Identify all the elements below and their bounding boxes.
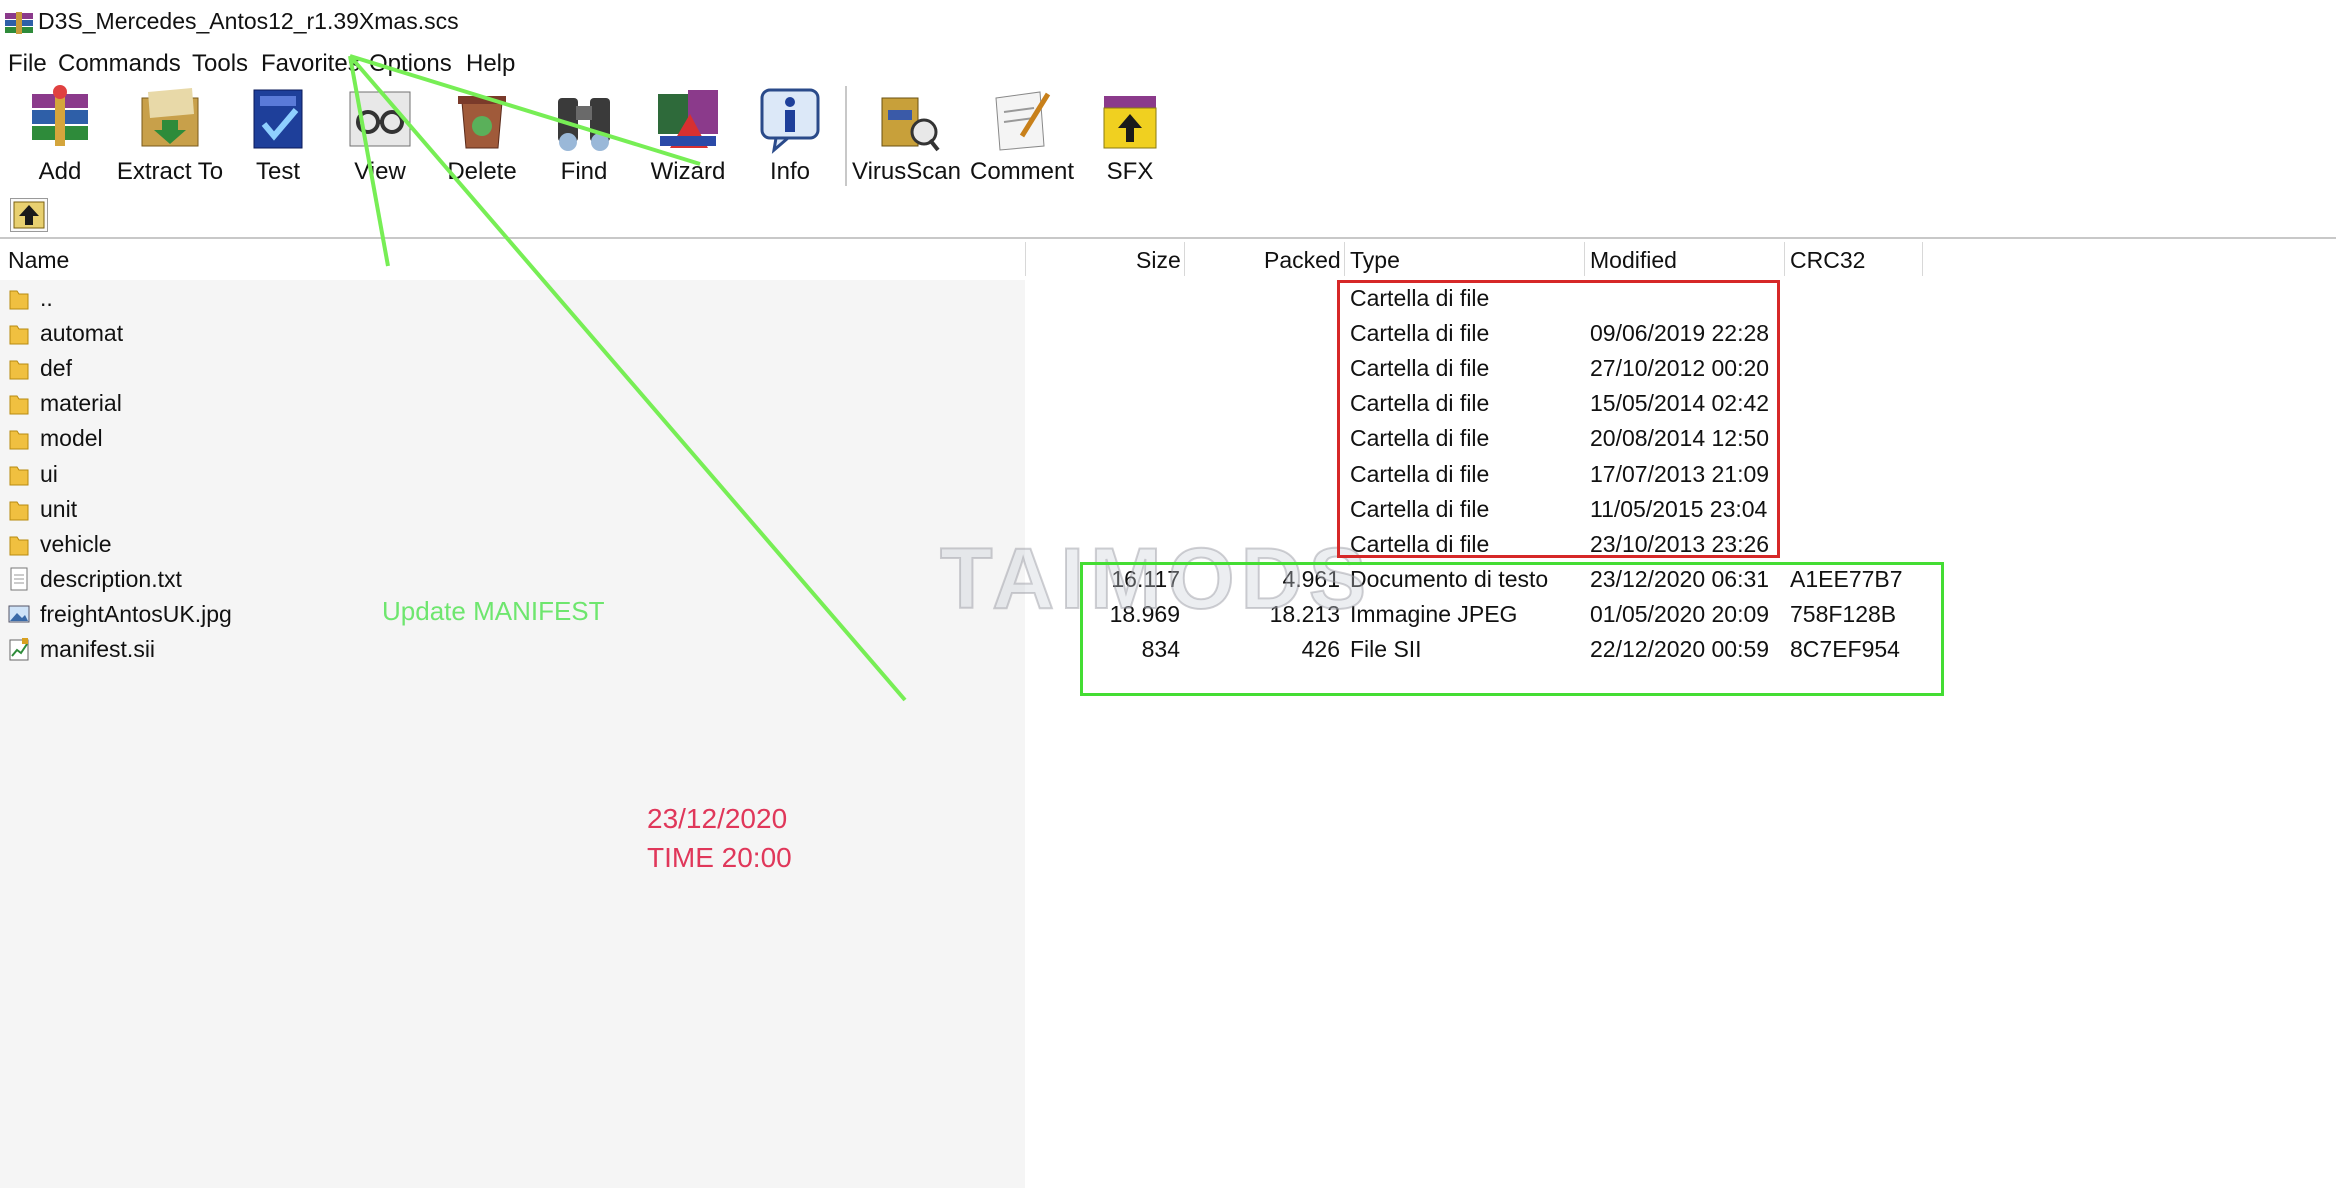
comment-button[interactable]: Comment [964,82,1080,190]
column-header-row: Name Size Packed Type Modified CRC32 [0,242,2336,276]
annotation-red-box [1337,280,1780,558]
virusscan-button[interactable]: VirusScan [852,82,961,190]
view-button-label: View [354,158,406,185]
find-button-label: Find [560,158,608,185]
file-name: description.txt [40,565,182,592]
annotation-date: 23/12/2020 [647,803,788,834]
delete-button[interactable]: Delete [436,82,528,190]
comment-icon [995,91,1051,151]
winrar-app-icon [5,12,33,34]
find-button[interactable]: Find [538,82,630,190]
test-icon [253,89,303,149]
extract-to-button[interactable]: Extract To [108,82,232,190]
menu-tools[interactable]: Tools [192,50,248,78]
file-name: model [40,425,103,452]
info-button-label: Info [769,158,811,185]
wizard-button[interactable]: Wizard [640,82,736,190]
header-divider [0,237,2336,239]
delete-icon [458,96,506,149]
image-file-icon [8,601,30,627]
file-row[interactable]: def Cartella di file 27/10/2012 00:20 [0,351,2336,386]
up-arrow-icon [13,201,45,229]
column-crc32[interactable]: CRC32 [1790,247,1865,274]
folder-icon [8,320,30,346]
sfx-button[interactable]: SFX [1084,82,1176,190]
menu-options[interactable]: Options [369,50,452,78]
sfx-icon [1103,96,1157,149]
menu-bar: File Commands Tools Favorites Options He… [0,44,2336,82]
annotation-time: TIME 20:00 [647,842,792,873]
folder-icon [8,355,30,381]
file-row[interactable]: vehicle Cartella di file 23/10/2013 23:26 [0,527,2336,562]
folder-icon [8,425,30,451]
up-one-level-button[interactable] [10,198,48,232]
file-row[interactable]: material Cartella di file 15/05/2014 02:42 [0,386,2336,421]
extract-to-button-label: Extract To [116,158,224,185]
test-button[interactable]: Test [232,82,324,190]
column-packed[interactable]: Packed [1264,247,1341,274]
menu-commands[interactable]: Commands [58,50,181,78]
folder-icon [8,285,30,311]
file-name: freightAntosUK.jpg [40,600,232,627]
column-type[interactable]: Type [1350,247,1400,274]
file-name: material [40,390,122,417]
file-name: unit [40,495,78,522]
wizard-icon [658,90,718,148]
column-name[interactable]: Name [8,247,69,274]
file-name: vehicle [40,530,112,557]
delete-button-label: Delete [447,158,517,185]
file-row[interactable]: ui Cartella di file 17/07/2013 21:09 [0,457,2336,492]
folder-icon [8,531,30,557]
virusscan-icon [881,97,940,152]
text-file-icon [8,566,30,592]
file-row[interactable]: .. Cartella di file [0,281,2336,316]
folder-icon [8,461,30,487]
folder-icon [8,496,30,522]
file-name: automat [40,320,124,347]
file-row[interactable]: automat Cartella di file 09/06/2019 22:28 [0,316,2336,351]
find-binoculars-icon [558,98,610,151]
add-button[interactable]: Add [0,82,120,190]
sfx-button-label: SFX [1106,158,1154,185]
column-modified[interactable]: Modified [1590,247,1677,274]
toolbar: Add Extract To Test View Delete Find Wiz… [0,82,2336,190]
file-row[interactable]: unit Cartella di file 11/05/2015 23:04 [0,492,2336,527]
wizard-button-label: Wizard [650,158,726,185]
file-name: .. [40,285,53,311]
info-icon [760,88,820,154]
menu-file[interactable]: File [8,50,47,78]
file-row[interactable]: model Cartella di file 20/08/2014 12:50 [0,421,2336,456]
view-icon [349,91,411,147]
annotation-green-box [1080,562,1944,696]
menu-favorites[interactable]: Favorites [261,50,360,78]
toolbar-separator [845,86,847,186]
comment-button-label: Comment [969,158,1075,185]
sii-file-icon [8,636,30,662]
file-name: ui [40,460,58,487]
info-button[interactable]: Info [744,82,836,190]
menu-help[interactable]: Help [466,50,515,78]
extract-to-icon [141,88,199,147]
title-bar: D3S_Mercedes_Antos12_r1.39Xmas.scs [0,0,2336,44]
add-button-label: Add [38,158,82,185]
window-title: D3S_Mercedes_Antos12_r1.39Xmas.scs [38,8,459,34]
add-archive-icon [32,85,88,146]
folder-icon [8,390,30,416]
virusscan-button-label: VirusScan [852,158,961,185]
column-size[interactable]: Size [1136,247,1181,274]
test-button-label: Test [255,158,300,185]
file-name: manifest.sii [40,636,156,662]
view-button[interactable]: View [334,82,426,190]
annotation-update-note: Update MANIFEST [382,596,605,626]
file-name: def [40,355,72,382]
